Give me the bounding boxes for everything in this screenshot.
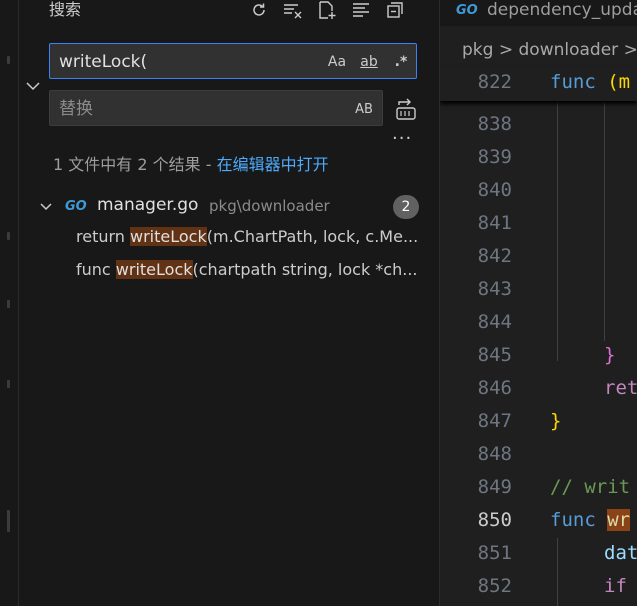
more-options-icon[interactable]: ··· [392, 128, 412, 149]
line-number: 838 [477, 113, 512, 135]
line-number: 848 [477, 443, 512, 465]
match-after: (chartpath string, lock *ch... [192, 260, 418, 279]
indent-guide [557, 538, 558, 606]
breadcrumb-item[interactable]: downloader [519, 40, 619, 60]
clear-results-icon[interactable] [283, 0, 303, 21]
code-brace: } [550, 410, 562, 432]
editor-tab[interactable]: GO dependency_upda [440, 0, 637, 26]
search-input-value: writeLock( [59, 52, 148, 72]
match-highlight: writeLock [130, 227, 207, 246]
code-comment: // writ [550, 476, 631, 498]
chevron-down-icon[interactable] [39, 198, 53, 217]
replace-placeholder: 替换 [59, 99, 93, 119]
code-token: (m [595, 71, 631, 93]
line-number: 847 [477, 410, 512, 432]
replace-input[interactable]: 替换 AB [49, 90, 383, 126]
match-before: func [76, 260, 116, 279]
preserve-case-toggle[interactable]: AB [352, 98, 376, 120]
line-number: 842 [477, 245, 512, 267]
new-search-editor-icon[interactable] [317, 0, 337, 21]
activity-indicator [7, 510, 10, 532]
line-number: 846 [477, 377, 512, 399]
replace-all-icon[interactable] [395, 97, 417, 121]
search-sidebar: 搜索 writeLock( Aa ab .* 替换 AB ··· 1 文件中有 … [19, 0, 439, 606]
search-input[interactable]: writeLock( Aa ab .* [49, 43, 417, 79]
line-number: 852 [477, 575, 512, 597]
line-number: 851 [477, 542, 512, 564]
tab-label: dependency_upda [487, 0, 637, 20]
sidebar-actions [249, 0, 405, 21]
code-identifier: dat [604, 542, 637, 564]
activity-indicator [7, 300, 10, 308]
line-number: 840 [477, 179, 512, 201]
line-number: 844 [477, 311, 512, 333]
line-number: 839 [477, 146, 512, 168]
open-in-editor-link[interactable]: 在编辑器中打开 [217, 155, 329, 174]
match-after: (m.ChartPath, lock, c.Me... [206, 227, 419, 246]
indent-guide [604, 101, 605, 341]
code-line: func (m [550, 71, 630, 93]
match-case-toggle[interactable]: Aa [326, 51, 348, 73]
whole-word-toggle[interactable]: ab [356, 51, 382, 73]
code-keyword: func [550, 509, 596, 531]
result-file-path: pkg\downloader [209, 197, 330, 215]
code-line: func wr [550, 509, 631, 531]
go-file-icon: GO [65, 199, 87, 214]
chevron-down-icon[interactable] [25, 78, 41, 92]
result-match-line[interactable]: func writeLock(chartpath string, lock *c… [76, 260, 436, 279]
result-file-name: manager.go [97, 195, 199, 215]
sticky-scroll-line[interactable]: 822 func (m [440, 66, 637, 101]
go-file-icon: GO [456, 3, 478, 18]
refresh-icon[interactable] [249, 0, 269, 21]
code-brace: } [604, 344, 616, 366]
line-number: 822 [477, 71, 512, 93]
activity-bar [0, 0, 19, 606]
indent-guide [557, 101, 558, 361]
activity-indicator [7, 56, 10, 64]
breadcrumb-item[interactable]: pkg [462, 40, 493, 60]
results-summary-text: 1 文件中有 2 个结果 - [53, 155, 217, 174]
code-editor[interactable]: GO dependency_upda pkg > downloader > 82… [440, 0, 637, 606]
code-keyword: func [550, 71, 596, 93]
breadcrumb: pkg > downloader > [462, 40, 637, 60]
result-file-row[interactable]: GO manager.go pkg\downloader 2 [19, 193, 439, 219]
result-count-badge: 2 [393, 195, 419, 219]
code-match-highlight: wr [607, 509, 631, 531]
results-summary: 1 文件中有 2 个结果 - 在编辑器中打开 [53, 151, 329, 175]
regex-toggle[interactable]: .* [390, 51, 412, 73]
view-as-tree-icon[interactable] [351, 0, 371, 21]
activity-indicator [7, 232, 10, 240]
code-keyword: if [604, 575, 627, 597]
line-number-active: 850 [477, 509, 512, 531]
match-highlight: writeLock [115, 260, 193, 279]
breadcrumb-separator: > [623, 40, 637, 60]
sidebar-title: 搜索 [49, 0, 82, 19]
line-number: 845 [477, 344, 512, 366]
collapse-all-icon[interactable] [385, 0, 405, 21]
result-match-line[interactable]: return writeLock(m.ChartPath, lock, c.Me… [76, 227, 436, 246]
line-number: 849 [477, 476, 512, 498]
line-number: 841 [477, 212, 512, 234]
code-keyword: ret [604, 377, 637, 399]
line-number: 843 [477, 278, 512, 300]
activity-indicator [7, 380, 10, 388]
match-before: return [76, 227, 131, 246]
breadcrumb-separator: > [498, 40, 514, 60]
